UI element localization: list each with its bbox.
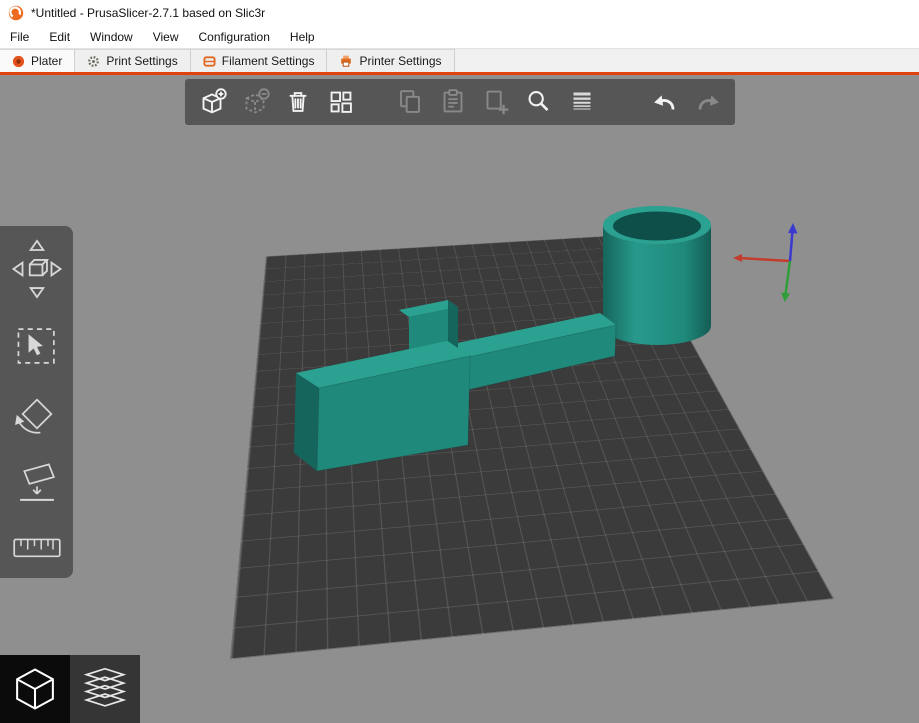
3d-view-cube-icon — [16, 668, 54, 710]
menu-help[interactable]: Help — [280, 26, 325, 48]
undo-icon — [654, 95, 675, 110]
tab-printer-settings[interactable]: Printer Settings — [327, 49, 455, 72]
filament-icon — [203, 55, 216, 68]
move-gizmo-icon — [11, 239, 62, 299]
object-toolbar — [185, 79, 735, 125]
copy-icon — [400, 90, 420, 113]
rotate-gizmo-button[interactable] — [10, 387, 64, 441]
measure-ruler-button[interactable] — [10, 524, 64, 570]
gizmo-toolbar — [0, 226, 73, 578]
select-box-button[interactable] — [10, 319, 64, 373]
arrange-icon — [330, 91, 352, 113]
layer-height-icon — [573, 92, 591, 110]
delete-object-icon — [245, 88, 270, 114]
menu-view[interactable]: View — [143, 26, 189, 48]
tab-label: Filament Settings — [221, 54, 315, 68]
menubar: File Edit Window View Configuration Help — [0, 26, 919, 48]
copy-button — [391, 83, 428, 121]
add-object-button[interactable] — [193, 83, 230, 121]
menu-edit[interactable]: Edit — [39, 26, 80, 48]
menu-window[interactable]: Window — [80, 26, 143, 48]
paste-icon — [443, 89, 463, 113]
search-icon — [528, 91, 549, 111]
window-title: *Untitled - PrusaSlicer-2.7.1 based on S… — [31, 6, 266, 20]
view-switcher — [0, 655, 140, 723]
redo-button — [690, 83, 727, 121]
add-instance-button — [478, 83, 515, 121]
tab-print-settings[interactable]: Print Settings — [75, 49, 191, 72]
printer-icon — [339, 54, 353, 68]
menu-configuration[interactable]: Configuration — [189, 26, 280, 48]
sliced-layers-icon — [83, 667, 127, 707]
prusaslicer-window: *Untitled - PrusaSlicer-2.7.1 based on S… — [0, 0, 919, 723]
tab-label: Printer Settings — [359, 54, 442, 68]
place-on-face-icon — [19, 462, 55, 501]
add-object-icon — [202, 88, 227, 114]
place-on-face-button[interactable] — [10, 456, 64, 510]
tab-label: Plater — [31, 54, 63, 68]
undo-button[interactable] — [647, 83, 684, 121]
titlebar: *Untitled - PrusaSlicer-2.7.1 based on S… — [0, 0, 919, 26]
app-logo-icon — [8, 5, 24, 21]
arrange-button[interactable] — [322, 83, 359, 121]
redo-icon — [699, 95, 720, 110]
tab-plater[interactable]: Plater — [0, 49, 76, 72]
move-gizmo-button[interactable] — [8, 234, 66, 304]
delete-object-button — [236, 83, 273, 121]
select-box-icon — [17, 327, 55, 364]
trash-icon — [289, 92, 307, 112]
rotate-gizmo-icon — [14, 398, 53, 434]
tab-filament-settings[interactable]: Filament Settings — [190, 49, 328, 72]
menu-file[interactable]: File — [0, 26, 39, 48]
3d-editor-view-button[interactable] — [0, 655, 70, 723]
add-instance-icon — [486, 90, 509, 115]
paste-button — [434, 83, 471, 121]
axes-indicator — [733, 223, 798, 302]
variable-layer-height-button[interactable] — [564, 83, 601, 121]
tab-label: Print Settings — [106, 54, 178, 68]
delete-all-button[interactable] — [279, 83, 316, 121]
ruler-icon — [12, 538, 61, 558]
search-button[interactable] — [521, 83, 558, 121]
plater-icon — [12, 55, 25, 68]
gear-icon — [87, 55, 100, 68]
preview-view-button[interactable] — [70, 655, 140, 723]
print-bed — [229, 234, 835, 660]
viewport-3d[interactable] — [0, 75, 919, 723]
tabbar: Plater Print Settings Filament Settings — [0, 48, 919, 72]
